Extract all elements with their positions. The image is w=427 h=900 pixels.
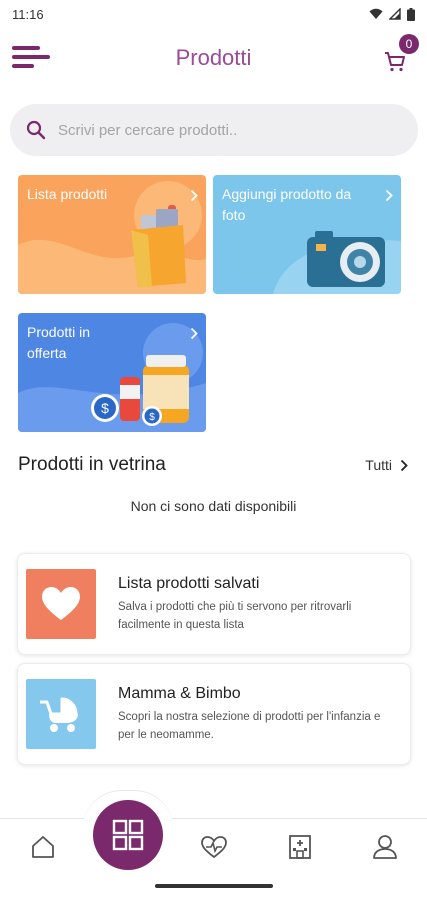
saved-products-card[interactable]: Lista prodotti salvati Salva i prodotti … — [17, 553, 411, 655]
nav-home[interactable] — [27, 832, 59, 862]
card-icon-box — [26, 569, 96, 639]
card-text: Lista prodotti salvati Salva i prodotti … — [118, 575, 410, 634]
page-title: Prodotti — [175, 45, 252, 70]
see-all-link[interactable]: Tutti — [365, 457, 408, 473]
cart-badge: 0 — [399, 34, 419, 54]
chevron-right-icon — [400, 459, 408, 471]
featured-section-title: Prodotti in vetrina — [18, 454, 166, 475]
app-header: Prodotti 0 — [0, 30, 427, 86]
card-description: Scopri la nostra selezione di prodotti p… — [118, 710, 381, 741]
tile-product-list[interactable]: Lista prodotti — [18, 175, 206, 294]
wifi-icon — [369, 8, 383, 19]
search-input[interactable] — [58, 121, 378, 139]
card-text: Mamma & Bimbo Scopri la nostra selezione… — [118, 685, 410, 744]
pharmacy-icon — [289, 835, 311, 859]
categories-icon — [112, 819, 144, 851]
search-bar[interactable] — [10, 104, 418, 156]
menu-bar-bottom — [12, 64, 34, 68]
empty-state-message: Non ci sono dati disponibili — [130, 498, 297, 514]
chevron-right-icon — [190, 189, 198, 202]
menu-bar-top — [12, 46, 40, 50]
card-title: Mamma & Bimbo — [118, 684, 241, 702]
stroller-icon — [40, 697, 78, 732]
signal-icon — [389, 8, 401, 20]
nav-pharmacy[interactable] — [284, 832, 316, 862]
home-indicator — [155, 884, 273, 888]
card-description: Salva i prodotti che più ti servono per … — [118, 600, 352, 631]
nav-health[interactable] — [198, 832, 230, 862]
status-time: 11:16 — [12, 6, 44, 22]
chevron-right-icon — [385, 189, 393, 202]
tile-label: Lista prodotti — [27, 186, 108, 202]
menu-bar-middle — [12, 55, 50, 59]
tile-offers[interactable]: $ $ Prodotti in offerta — [18, 313, 206, 432]
card-title: Lista prodotti salvati — [118, 574, 260, 592]
see-all-label: Tutti — [365, 457, 392, 473]
health-icon — [201, 836, 227, 859]
tile-add-from-photo[interactable]: Aggiungi prodotto da foto — [213, 175, 401, 294]
menu-button[interactable] — [12, 44, 52, 72]
nav-profile[interactable] — [369, 832, 401, 862]
cart-button[interactable]: 0 — [379, 34, 419, 74]
svg-text:$: $ — [149, 412, 155, 423]
heart-icon — [42, 587, 80, 620]
nav-categories[interactable] — [93, 800, 163, 870]
status-bar: 11:16 — [0, 0, 427, 28]
profile-icon — [373, 835, 397, 859]
mom-baby-card[interactable]: Mamma & Bimbo Scopri la nostra selezione… — [17, 663, 411, 765]
home-icon — [32, 836, 54, 858]
battery-icon — [407, 7, 415, 21]
chevron-right-icon — [190, 327, 198, 340]
tile-label: Aggiungi prodotto da foto — [222, 186, 352, 223]
tile-label: Prodotti in offerta — [27, 324, 91, 361]
search-icon — [26, 120, 46, 140]
status-icons — [369, 7, 415, 21]
featured-section-header: Prodotti in vetrina Tutti — [18, 452, 408, 478]
card-icon-box — [26, 679, 96, 749]
svg-text:$: $ — [101, 400, 109, 416]
cart-icon — [385, 52, 405, 72]
